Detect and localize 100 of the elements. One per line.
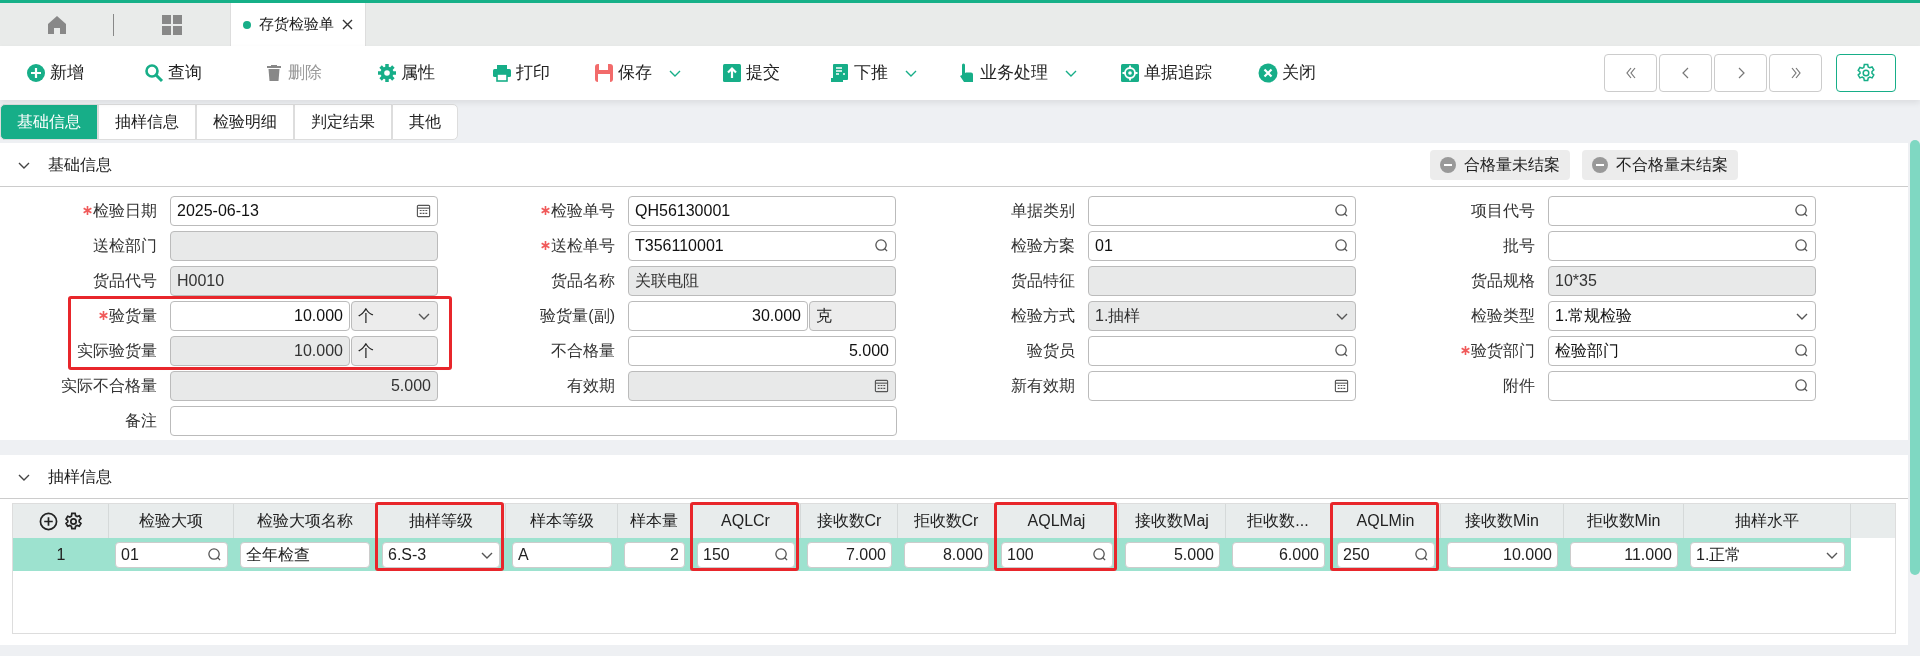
minus-circle-icon [1592,157,1608,173]
text-field[interactable]: A [512,541,612,568]
date-field[interactable] [1088,370,1356,401]
gear-icon [377,63,397,83]
toolbar-button[interactable]: 业务处理 [956,60,1078,86]
status-button[interactable]: 不合格量未结案 [1582,150,1738,180]
scrollbar-thumb[interactable] [1910,140,1920,575]
search-icon [874,238,889,253]
status-dot-icon [243,20,251,29]
field-label: 检验方式 [1011,305,1075,326]
document-tab[interactable]: 存货检验单 [230,3,366,46]
text-field: H0010 [170,265,438,296]
dropdown-field[interactable]: 1.常规检验 [1548,300,1816,331]
lookup-field[interactable]: 250 [1337,541,1435,568]
field-label: 验货部门 [1471,340,1535,361]
settings-button[interactable] [1836,54,1896,92]
trash-icon [264,63,284,83]
toolbar-button[interactable]: 下推 [830,60,918,86]
number-field[interactable]: 10.000 [170,300,350,331]
field-label: 检验类型 [1471,305,1535,326]
close-icon [1258,63,1278,83]
search-icon [774,547,789,562]
lookup-field[interactable] [1548,195,1816,226]
field-label: 货品代号 [93,270,157,291]
status-button[interactable]: 合格量未结案 [1430,150,1570,180]
toolbar-button[interactable]: 保存 [594,60,682,86]
text-field[interactable]: QH56130001 [628,195,896,226]
field-label: 实际不合格量 [61,375,157,396]
number-field[interactable]: 6.000 [1232,541,1325,568]
calendar-icon [874,378,889,393]
number-field: 10.000 [170,335,350,366]
number-field[interactable]: 8.000 [904,541,989,568]
toolbar-button[interactable]: 关闭 [1258,60,1316,86]
toolbar-button[interactable]: 属性 [377,60,435,86]
number-field[interactable]: 2 [624,541,685,568]
pager-button[interactable] [1659,54,1712,92]
calendar-icon [416,203,431,218]
pager-button[interactable] [1714,54,1767,92]
dropdown-field: 1.抽样 [1088,300,1356,331]
field-label: 验货量(副) [540,305,615,326]
field-label: 实际验货量 [77,340,157,361]
dropdown-field[interactable]: 1.正常 [1690,541,1845,568]
field-label: 验货量 [109,305,157,326]
lookup-field[interactable] [1088,335,1356,366]
gear-icon [63,511,83,531]
lookup-field[interactable] [1088,195,1356,226]
number-field[interactable]: 10.000 [1447,541,1558,568]
search-icon [144,63,164,83]
add-circle-icon [38,511,58,531]
lookup-field[interactable] [1548,370,1816,401]
toolbar-button[interactable]: 单据追踪 [1120,60,1212,86]
lookup-field[interactable]: 01 [115,541,228,568]
field-label: 检验单号 [551,200,615,221]
text-field[interactable]: 全年检查 [240,541,370,568]
section-title: 基础信息 [48,154,112,175]
grid-icon [161,13,183,36]
field-label: 货品特征 [1011,270,1075,291]
form-tab[interactable]: 抽样信息 [98,104,196,140]
toolbar-button[interactable]: 新增 [26,60,84,86]
search-icon [1794,203,1809,218]
toolbar-button[interactable]: 提交 [722,60,780,86]
lookup-field[interactable]: 100 [1001,541,1113,568]
settings-icon [1856,63,1876,83]
field-label: 货品名称 [551,270,615,291]
number-field[interactable]: 5.000 [1125,541,1220,568]
text-field[interactable] [170,405,897,436]
field-label: 单据类别 [1011,200,1075,221]
form-tab[interactable]: 判定结果 [294,104,392,140]
number-field[interactable]: 30.000 [628,300,808,331]
dropdown-field[interactable]: 6.S-3 [382,541,500,568]
form-tab[interactable]: 其他 [392,104,458,140]
unit-dropdown[interactable]: 个 [351,300,438,331]
minus-circle-icon [1440,157,1456,173]
target-icon [1120,63,1140,83]
lookup-field[interactable]: 01 [1088,230,1356,261]
pager-button[interactable] [1769,54,1822,92]
field-label: 有效期 [567,375,615,396]
search-icon [207,547,222,562]
lookup-field[interactable] [1548,230,1816,261]
number-field[interactable]: 11.000 [1570,541,1678,568]
calendar-icon [1334,378,1349,393]
row-number: 1 [55,544,67,565]
printer-icon [492,63,512,83]
toolbar-button[interactable]: 查询 [144,60,202,86]
field-label: 检验日期 [93,200,157,221]
number-field[interactable]: 7.000 [807,541,892,568]
lookup-field[interactable]: 检验部门 [1548,335,1816,366]
table-row[interactable]: 1 01 全年检查 6.S-3 A 2 150 7.000 8.000 100 5.000 6.000 250 10.000 11.000 1.正常 [13,538,1851,571]
date-field[interactable]: 2025-06-13 [170,195,438,226]
close-icon [342,19,353,30]
number-field: 5.000 [170,370,438,401]
pager-button[interactable] [1604,54,1657,92]
form-tab[interactable]: 检验明细 [196,104,294,140]
home-icon [45,13,68,36]
lookup-field[interactable]: T356110001 [628,230,896,261]
toolbar-button[interactable]: 打印 [492,60,550,86]
lookup-field[interactable]: 150 [697,541,795,568]
document-icon [830,63,850,83]
number-field[interactable]: 5.000 [628,335,896,366]
text-field: 10*35 [1548,265,1816,296]
